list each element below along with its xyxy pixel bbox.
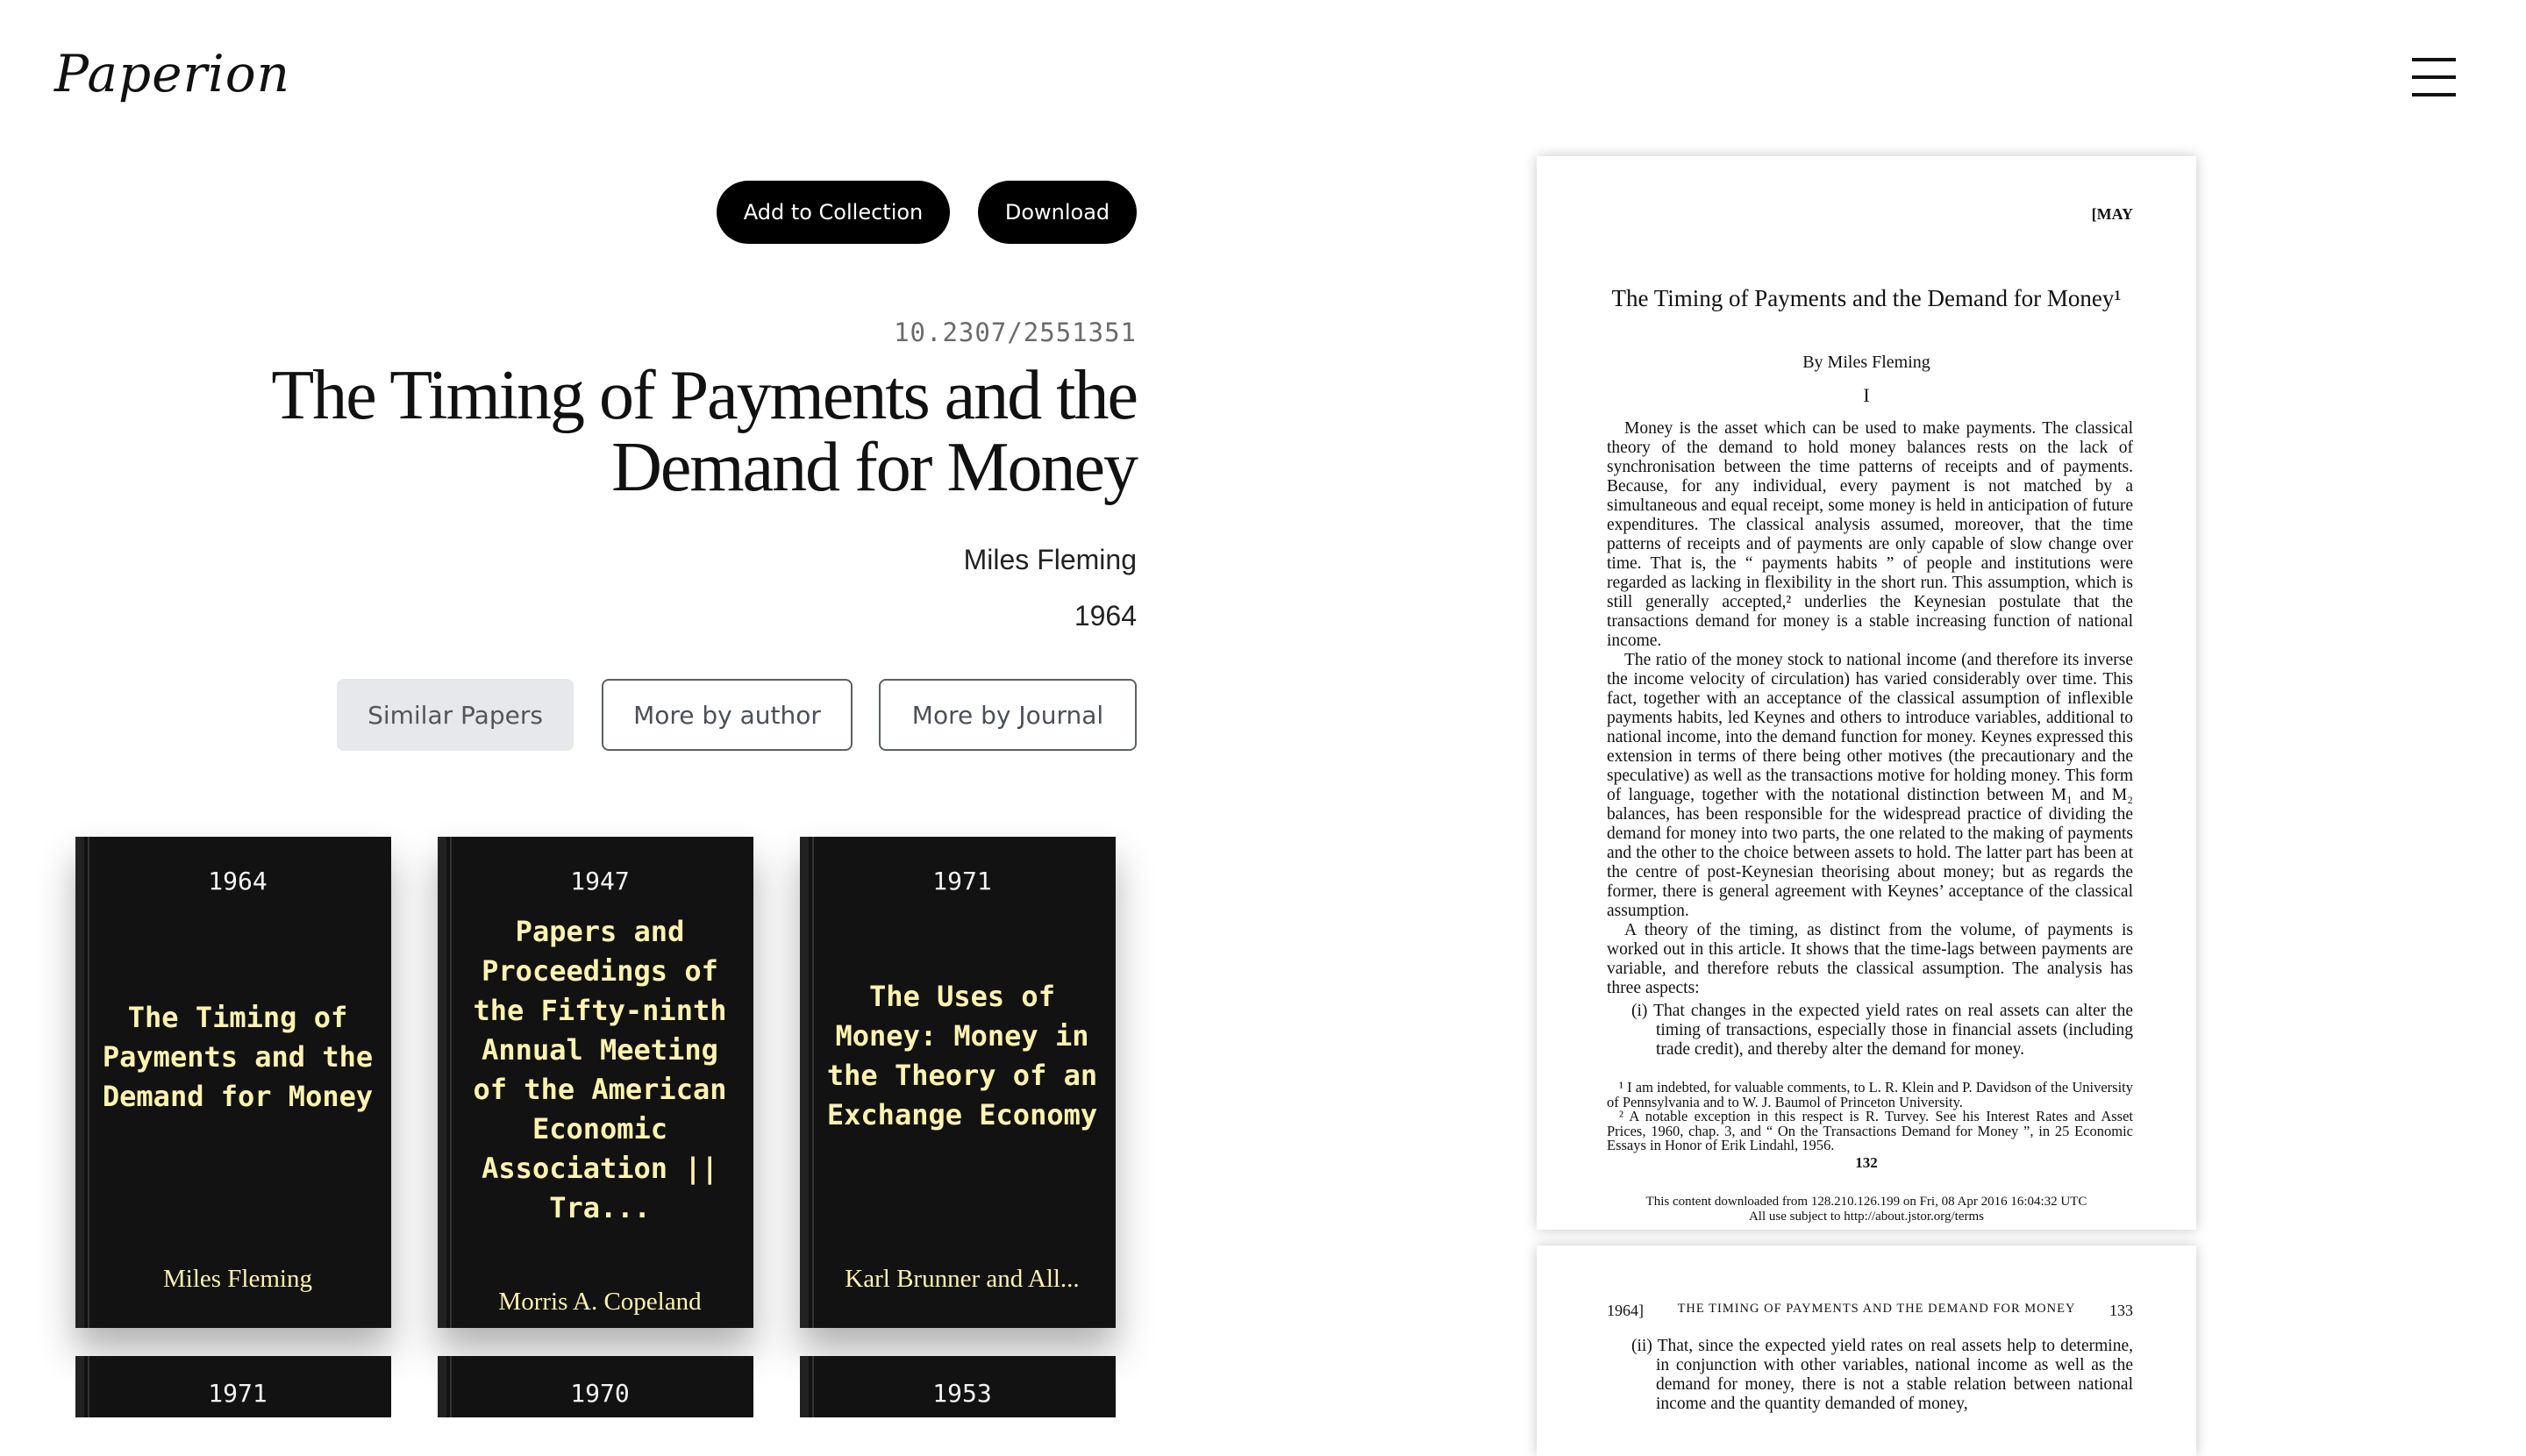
tab-more-by-journal[interactable]: More by Journal — [879, 679, 1137, 751]
card-title: Papers and Proceedings of the Fifty-nint… — [473, 915, 727, 1224]
paper-card[interactable]: 1971 The Uses of Money: Money in the The… — [800, 837, 1116, 1328]
card-year: 1964 — [208, 867, 268, 896]
card-year: 1971 — [208, 1379, 268, 1408]
paper-title: The Timing of Payments and the Demand fo… — [271, 357, 1138, 506]
body-paragraph: Money is the asset which can be used to … — [1607, 419, 2133, 650]
body-paragraph: The ratio of the money stock to national… — [1607, 651, 2133, 920]
card-year: 1971 — [932, 867, 992, 896]
footnotes: ¹ I am indebted, for valuable comments, … — [1607, 1079, 2133, 1153]
download-notice-line: All use subject to http://about.jstor.or… — [1748, 1210, 1985, 1224]
download-button[interactable]: Download — [978, 181, 1137, 244]
footnote: ² A notable exception in this respect is… — [1607, 1108, 2133, 1153]
page-header-year: 1964] — [1607, 1302, 1644, 1319]
section-number: I — [1863, 384, 1870, 406]
paper-year: 1964 — [1074, 600, 1137, 632]
app-logo[interactable]: Paperion — [54, 44, 290, 103]
card-title: The Timing of Payments and the Demand fo… — [102, 1001, 374, 1113]
add-to-collection-button[interactable]: Add to Collection — [717, 181, 950, 244]
tab-similar-papers[interactable]: Similar Papers — [337, 679, 574, 751]
paper-card[interactable]: 1953 — [800, 1356, 1116, 1417]
footnote: ¹ I am indebted, for valuable comments, … — [1607, 1079, 2133, 1110]
tab-more-by-author[interactable]: More by author — [602, 679, 853, 751]
pdf-page-preview: 1964] THE TIMING OF PAYMENTS AND THE DEM… — [1537, 1245, 2196, 1456]
page-number: 132 — [1855, 1154, 1878, 1171]
paper-card[interactable]: 1964 The Timing of Payments and the Dema… — [75, 837, 391, 1328]
card-author: Miles Fleming — [163, 1265, 312, 1293]
hamburger-menu-icon[interactable] — [2412, 58, 2456, 96]
card-author: Morris A. Copeland — [498, 1288, 702, 1316]
card-year: 1953 — [932, 1379, 992, 1408]
paper-card[interactable]: 1971 — [75, 1356, 391, 1417]
body-list-item: (ii) That, since the expected yield rate… — [1631, 1337, 2133, 1413]
running-head: [MAY — [2091, 205, 2133, 223]
download-notice-line: This content downloaded from 128.210.126… — [1645, 1195, 2087, 1209]
article-byline: By Miles Fleming — [1802, 353, 1930, 372]
pdf-page-preview: [MAY The Timing of Payments and the Dema… — [1537, 156, 2196, 1230]
page-header-number: 133 — [2109, 1302, 2133, 1319]
body-list-item: (i) That changes in the expected yield r… — [1631, 1002, 2133, 1059]
paper-doi[interactable]: 10.2307/2551351 — [894, 318, 1137, 347]
card-author: Karl Brunner and All... — [845, 1265, 1080, 1293]
paper-author[interactable]: Miles Fleming — [964, 544, 1137, 576]
page-header: 1964] THE TIMING OF PAYMENTS AND THE DEM… — [1607, 1302, 2133, 1320]
article-body: Money is the asset which can be used to … — [1607, 419, 2133, 1060]
page-header-title: THE TIMING OF PAYMENTS AND THE DEMAND FO… — [1677, 1302, 2076, 1316]
card-year: 1947 — [570, 867, 630, 896]
card-title: The Uses of Money: Money in the Theory o… — [826, 980, 1098, 1131]
paper-card[interactable]: 1947 Papers and Proceedings of the Fifty… — [438, 837, 753, 1328]
article-title: The Timing of Payments and the Demand fo… — [1611, 285, 2122, 311]
paper-card[interactable]: 1970 — [438, 1356, 753, 1417]
body-paragraph: A theory of the timing, as distinct from… — [1607, 921, 2133, 997]
download-notice: This content downloaded from 128.210.126… — [1537, 1195, 2196, 1224]
card-year: 1970 — [570, 1379, 630, 1408]
